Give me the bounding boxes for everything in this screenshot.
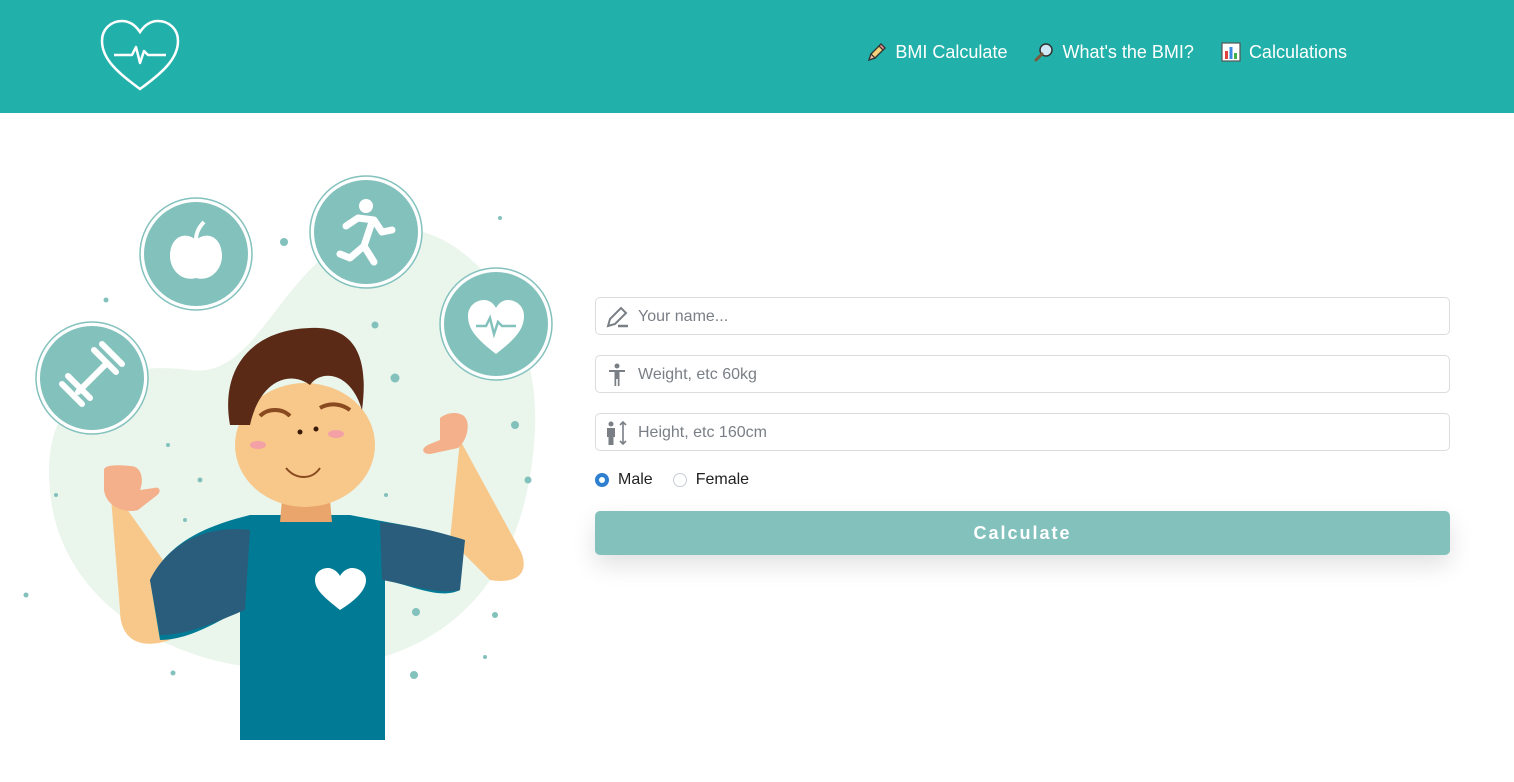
bar-chart-icon	[1221, 42, 1241, 62]
header-bar: BMI Calculate What's the BMI? Calculatio…	[0, 0, 1514, 113]
height-input[interactable]	[636, 414, 1440, 452]
magnifier-icon	[1034, 43, 1054, 62]
nav-label: BMI Calculate	[895, 41, 1008, 62]
weight-input[interactable]	[636, 356, 1440, 394]
nav-calculations[interactable]: Calculations	[1220, 41, 1347, 63]
nav-label: Calculations	[1248, 41, 1347, 62]
male-radio[interactable]	[595, 473, 609, 487]
name-input[interactable]	[636, 298, 1440, 336]
main-nav: BMI Calculate What's the BMI? Calculatio…	[866, 41, 1347, 63]
male-label: Male	[618, 471, 653, 488]
gender-female-option[interactable]: Female	[672, 471, 750, 489]
gender-radio-group: Male Female	[595, 465, 1450, 495]
female-radio[interactable]	[672, 473, 687, 487]
calculate-button[interactable]: Calculate	[595, 511, 1450, 555]
name-field	[595, 297, 1450, 336]
female-label: Female	[695, 471, 750, 488]
heart-pulse-icon[interactable]	[98, 17, 182, 93]
pencil-icon	[868, 43, 887, 62]
pencil-icon	[606, 306, 628, 328]
weight-field	[595, 355, 1450, 394]
nav-whats-the-bmi[interactable]: What's the BMI?	[1033, 41, 1194, 63]
gender-male-option[interactable]: Male	[595, 471, 653, 489]
nav-bmi-calculate[interactable]: BMI Calculate	[866, 41, 1007, 63]
nav-label: What's the BMI?	[1062, 41, 1194, 62]
person-icon	[609, 363, 625, 386]
bmi-form: Male Female Calculate	[595, 297, 1450, 555]
height-icon	[607, 420, 627, 446]
fitness-illustration	[23, 175, 553, 740]
height-field	[595, 413, 1450, 452]
